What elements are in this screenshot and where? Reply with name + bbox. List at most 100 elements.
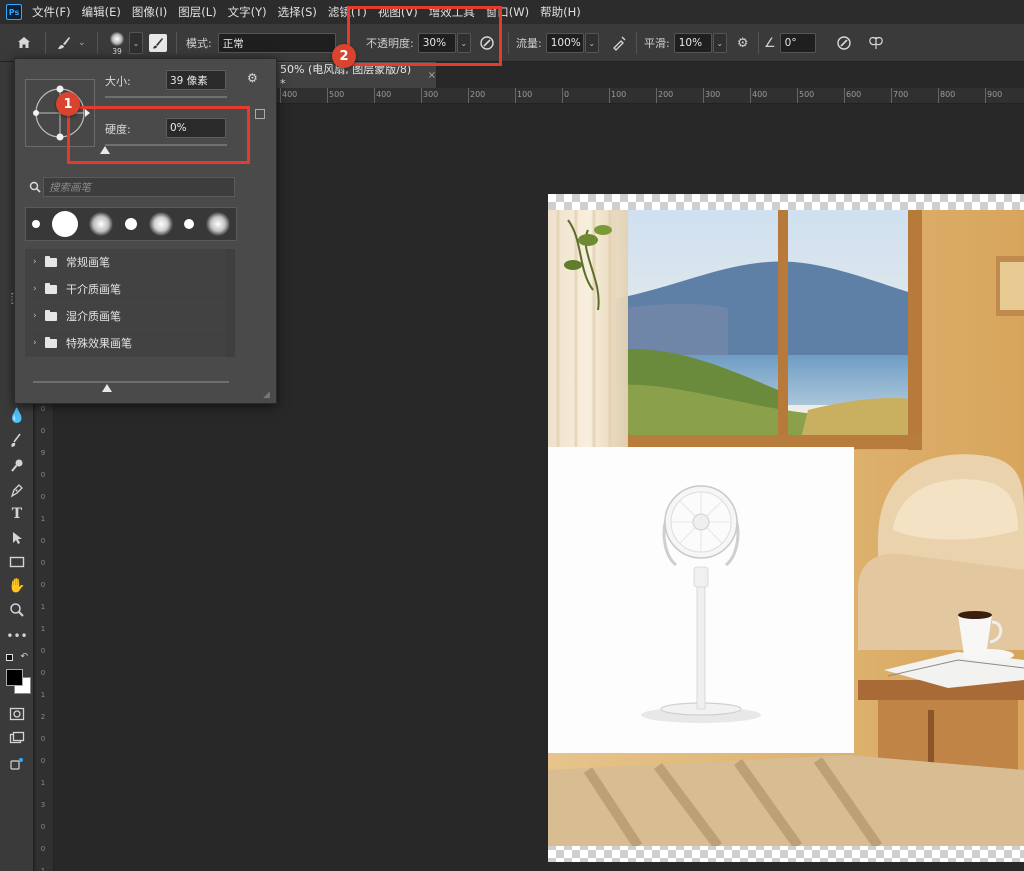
- preview-size-thumb[interactable]: [102, 384, 112, 392]
- menu-file[interactable]: 文件(F): [32, 4, 71, 20]
- brush-size-badge: 39: [112, 47, 122, 56]
- ruler-tick-label: 2: [40, 713, 46, 721]
- ruler-tick-label: 0: [40, 823, 46, 831]
- folder-label: 干介质画笔: [66, 283, 121, 296]
- folder-label: 常规画笔: [66, 256, 110, 269]
- menu-image[interactable]: 图像(I): [132, 4, 167, 20]
- pressure-size-icon[interactable]: [834, 33, 854, 53]
- folder-icon: [45, 336, 57, 348]
- ruler-tick-label: 0: [40, 581, 46, 589]
- folder-label: 特殊效果画笔: [66, 337, 132, 350]
- brush-settings-icon[interactable]: [149, 34, 167, 52]
- options-bar: ⌄ 39 ⌄ 模式: 正常 不透明度: 30% ⌄ 流量: 100% ⌄ 平滑:…: [0, 24, 1024, 62]
- brush-preset-soft-pressure[interactable]: [89, 212, 114, 236]
- brush-preset-hard-large[interactable]: [51, 211, 78, 237]
- hand-tool-icon[interactable]: ✋: [6, 576, 28, 596]
- preview-size-slider[interactable]: [33, 381, 229, 383]
- airbrush-icon[interactable]: [609, 33, 629, 53]
- callout-badge-1: 1: [56, 92, 80, 116]
- brush-folder-special-effects[interactable]: › 特殊效果画笔: [25, 330, 235, 357]
- chevron-down-icon[interactable]: ⌄: [712, 33, 727, 53]
- angle-icon: ∠: [764, 35, 776, 51]
- menu-bar: Ps 文件(F) 编辑(E) 图像(I) 图层(L) 文字(Y) 选择(S) 滤…: [0, 0, 1024, 24]
- rectangle-tool-icon[interactable]: [6, 552, 28, 572]
- ruler-tick-mark: [280, 88, 281, 103]
- type-tool-icon[interactable]: T: [6, 504, 28, 524]
- dodge-tool-icon[interactable]: [6, 430, 28, 450]
- brush-preset-hard-opacity[interactable]: [184, 219, 195, 229]
- ruler-tick-label: 1: [40, 691, 46, 699]
- ruler-tick-mark: [515, 88, 516, 103]
- home-icon[interactable]: [14, 33, 34, 53]
- chevron-down-icon[interactable]: ⌄: [78, 38, 86, 48]
- pen-tool-icon[interactable]: [6, 480, 28, 500]
- ruler-tick-label: 500: [329, 90, 345, 99]
- callout-box-opacity: [347, 6, 502, 66]
- ruler-tick-mark: [468, 88, 469, 103]
- document-canvas[interactable]: [548, 194, 1024, 862]
- fan-product-layer: [548, 447, 854, 753]
- magnify-dodge-icon[interactable]: [6, 456, 28, 476]
- ruler-tick-mark: [374, 88, 375, 103]
- folder-list-scrollbar[interactable]: [225, 249, 235, 357]
- swap-colors-icon[interactable]: ↶: [6, 650, 28, 664]
- foreground-color-swatch[interactable]: [6, 669, 23, 686]
- brush-folder-wet-media[interactable]: › 湿介质画笔: [25, 303, 235, 330]
- ruler-tick-label: 100: [611, 90, 627, 99]
- color-swatches[interactable]: [5, 668, 33, 696]
- quick-mask-icon[interactable]: [6, 704, 28, 724]
- path-select-icon[interactable]: [6, 528, 28, 548]
- mode-select[interactable]: 正常: [217, 33, 336, 53]
- blur-tool-icon[interactable]: 💧: [6, 406, 28, 426]
- electric-fan-image: [641, 485, 761, 723]
- brush-folder-general[interactable]: › 常规画笔: [25, 249, 235, 276]
- brush-folder-dry-media[interactable]: › 干介质画笔: [25, 276, 235, 303]
- ruler-tick-mark: [938, 88, 939, 103]
- menu-select[interactable]: 选择(S): [278, 4, 317, 20]
- size-field[interactable]: 39 像素: [166, 70, 226, 90]
- brush-folder-list: › 常规画笔 › 干介质画笔 › 湿介质画笔 › 特殊效果画笔: [25, 249, 235, 357]
- chevron-down-icon[interactable]: ⌄: [584, 33, 599, 53]
- brush-preset-row: [25, 207, 237, 241]
- size-slider[interactable]: [105, 96, 227, 98]
- gear-icon[interactable]: ⚙: [247, 71, 258, 85]
- menu-layer[interactable]: 图层(L): [178, 4, 216, 20]
- menu-type[interactable]: 文字(Y): [228, 4, 267, 20]
- flow-field[interactable]: 100%: [545, 33, 584, 53]
- brush-preset-picker[interactable]: 39 ⌄: [106, 24, 143, 62]
- close-icon[interactable]: ×: [428, 70, 436, 81]
- brush-search-input[interactable]: 搜索画笔: [43, 177, 235, 197]
- resize-grip-icon[interactable]: ◢: [263, 390, 270, 400]
- brush-preset-soft-round[interactable]: [148, 212, 173, 236]
- share-icon[interactable]: [6, 754, 28, 774]
- brush-tip-icon: [110, 32, 124, 46]
- menu-edit[interactable]: 编辑(E): [82, 4, 121, 20]
- more-tools-icon[interactable]: •••: [6, 626, 28, 646]
- chevron-right-icon: ›: [33, 257, 37, 267]
- brush-preset-soft-opacity[interactable]: [206, 212, 231, 236]
- symmetry-icon[interactable]: [866, 33, 886, 53]
- menu-help[interactable]: 帮助(H): [540, 4, 581, 20]
- zoom-tool-icon[interactable]: [6, 600, 28, 620]
- ruler-tick-mark: [985, 88, 986, 103]
- screen-mode-icon[interactable]: [6, 728, 28, 748]
- ruler-tick-label: 3: [40, 801, 46, 809]
- gear-icon[interactable]: ⚙: [733, 33, 753, 53]
- ruler-tick-label: 400: [752, 90, 768, 99]
- callout-box-hardness: [67, 106, 250, 164]
- smoothing-field[interactable]: 10%: [673, 33, 712, 53]
- angle-field[interactable]: 0°: [779, 33, 816, 53]
- ruler-tick-label: 9: [40, 449, 46, 457]
- ruler-tick-mark: [421, 88, 422, 103]
- folder-icon: [45, 282, 57, 294]
- ruler-tick-mark: [844, 88, 845, 103]
- smoothing-label: 平滑:: [644, 37, 670, 50]
- brush-preset-hard-small[interactable]: [31, 220, 40, 228]
- brush-tool-icon[interactable]: [54, 33, 74, 53]
- ruler-tick-label: 0: [40, 471, 46, 479]
- ruler-tick-label: 200: [658, 90, 674, 99]
- expand-icon[interactable]: [255, 109, 265, 119]
- brush-preset-hard-pressure[interactable]: [124, 218, 137, 230]
- ruler-tick-mark: [703, 88, 704, 103]
- chevron-down-icon[interactable]: ⌄: [129, 32, 143, 54]
